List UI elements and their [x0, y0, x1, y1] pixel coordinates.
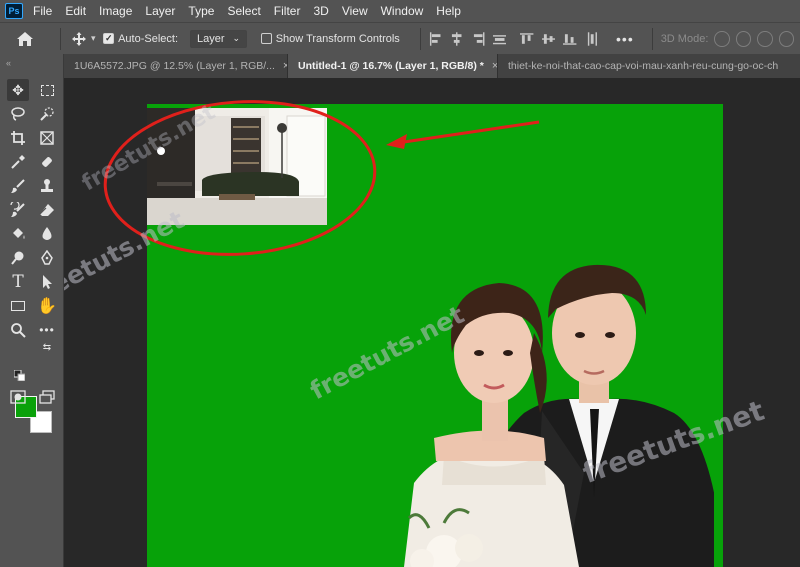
default-colors-icon[interactable] — [12, 368, 26, 382]
eraser-tool-icon[interactable] — [36, 199, 58, 221]
separator — [419, 27, 421, 50]
align-top-edges-icon[interactable] — [520, 32, 534, 46]
auto-select-target-value: Layer — [197, 32, 225, 45]
3d-orbit-icon[interactable] — [714, 30, 730, 47]
show-transform-controls-checkbox[interactable] — [261, 33, 272, 44]
3d-mode-label: 3D Mode: — [660, 32, 709, 45]
align-vertical-centers-icon[interactable] — [541, 32, 556, 46]
healing-brush-tool-icon[interactable] — [36, 151, 58, 173]
pen-tool-icon[interactable] — [36, 247, 58, 269]
distribute-horizontal-icon[interactable] — [492, 32, 507, 46]
auto-select-checkbox[interactable] — [103, 33, 115, 44]
menu-image[interactable]: Image — [99, 4, 132, 18]
tab-label: thiet-ke-noi-that-cao-cap-voi-mau-xanh-r… — [508, 60, 779, 72]
lasso-tool-icon[interactable] — [7, 103, 29, 125]
tab-label: Untitled-1 @ 16.7% (Layer 1, RGB/8) * — [298, 60, 484, 72]
document-tab-thiet-ke-noi-that[interactable]: thiet-ke-noi-that-cao-cap-voi-mau-xanh-r… — [498, 54, 800, 78]
document-tab-bar: 1U6A5572.JPG @ 12.5% (Layer 1, RGB/... ×… — [64, 54, 800, 78]
menu-layer[interactable]: Layer — [145, 4, 175, 18]
tools-panel: « ✥ T ✋ ••• ⇆ — [0, 54, 64, 567]
edit-toolbar-icon[interactable]: ••• — [36, 319, 58, 341]
more-options-button[interactable]: ••• — [616, 31, 634, 47]
chevron-down-icon: ⌄ — [232, 33, 241, 43]
align-horizontal-centers-icon[interactable] — [450, 31, 463, 46]
menu-type[interactable]: Type — [188, 4, 214, 18]
3d-slide-icon[interactable] — [778, 30, 795, 47]
menu-bar: Ps File Edit Image Layer Type Select Fil… — [0, 0, 800, 22]
hand-tool-icon[interactable]: ✋ — [36, 295, 58, 317]
separator — [60, 27, 61, 50]
menu-window[interactable]: Window — [381, 4, 424, 18]
menu-3d[interactable]: 3D — [313, 4, 328, 18]
move-tool-icon[interactable]: ✥ — [7, 79, 29, 101]
align-bottom-edges-icon[interactable] — [563, 32, 577, 46]
quick-mask-icon[interactable] — [7, 386, 29, 408]
menu-file[interactable]: File — [33, 4, 52, 18]
photoshop-window: Ps File Edit Image Layer Type Select Fil… — [0, 0, 800, 567]
couple-photo-layer[interactable] — [294, 223, 714, 567]
canvas-workspace[interactable]: freetuts.net freetuts.net freetuts.net f… — [64, 78, 800, 567]
clone-stamp-tool-icon[interactable] — [36, 175, 58, 197]
move-tool-preset-icon[interactable] — [69, 31, 89, 47]
options-bar: ▾ Auto-Select: Layer ⌄ Show Transform Co… — [0, 22, 800, 54]
panel-collapse-handle[interactable]: « — [0, 54, 63, 72]
document-tab-1u6a5572[interactable]: 1U6A5572.JPG @ 12.5% (Layer 1, RGB/... × — [64, 54, 288, 78]
quick-selection-tool-icon[interactable] — [36, 103, 58, 125]
align-left-edges-icon[interactable] — [429, 31, 442, 46]
path-selection-tool-icon[interactable] — [36, 271, 58, 293]
auto-select-target-dropdown[interactable]: Layer ⌄ — [190, 29, 248, 48]
menu-filter[interactable]: Filter — [274, 4, 301, 18]
photoshop-logo: Ps — [5, 3, 23, 19]
screen-mode-icon[interactable] — [36, 386, 58, 408]
zoom-tool-icon[interactable] — [7, 319, 29, 341]
separator — [651, 27, 653, 50]
brush-tool-icon[interactable] — [7, 175, 29, 197]
swap-colors-icon[interactable]: ⇆ — [40, 340, 54, 354]
menu-help[interactable]: Help — [436, 4, 461, 18]
type-tool-icon[interactable]: T — [7, 271, 29, 293]
auto-select-label: Auto-Select: — [118, 32, 179, 45]
menu-view[interactable]: View — [342, 4, 368, 18]
rectangle-tool-icon[interactable] — [7, 295, 29, 317]
3d-roll-icon[interactable] — [735, 30, 752, 47]
eyedropper-tool-icon[interactable] — [7, 151, 29, 173]
3d-pan-icon[interactable] — [757, 30, 773, 47]
menu-edit[interactable]: Edit — [65, 4, 86, 18]
history-brush-tool-icon[interactable] — [7, 199, 29, 221]
document-tab-untitled-1[interactable]: Untitled-1 @ 16.7% (Layer 1, RGB/8) * × — [288, 54, 498, 78]
menu-select[interactable]: Select — [227, 4, 260, 18]
dodge-tool-icon[interactable] — [7, 247, 29, 269]
crop-tool-icon[interactable] — [7, 127, 29, 149]
tab-label: 1U6A5572.JPG @ 12.5% (Layer 1, RGB/... — [74, 60, 275, 72]
show-transform-controls-label: Show Transform Controls — [275, 32, 400, 45]
paint-bucket-tool-icon[interactable] — [7, 223, 29, 245]
marquee-tool-icon[interactable] — [36, 79, 58, 101]
align-right-edges-icon[interactable] — [472, 31, 485, 46]
distribute-vertical-icon[interactable] — [585, 31, 598, 46]
frame-tool-icon[interactable] — [36, 127, 58, 149]
chevron-down-icon[interactable]: ▾ — [91, 33, 96, 44]
blur-tool-icon[interactable] — [36, 223, 58, 245]
home-icon[interactable] — [16, 31, 34, 47]
